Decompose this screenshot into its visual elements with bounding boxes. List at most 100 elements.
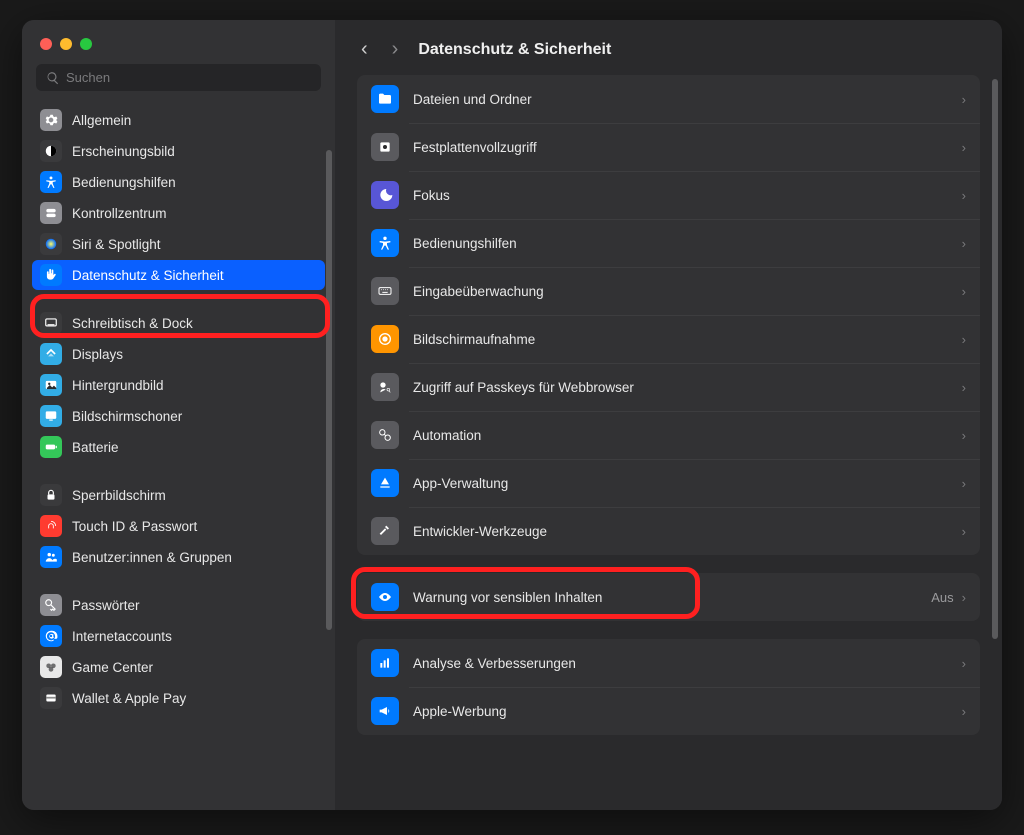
- settings-row-fokus[interactable]: Fokus›: [357, 171, 980, 219]
- sidebar-item-label: Batterie: [72, 440, 119, 455]
- sidebar-item-siri-spotlight[interactable]: Siri & Spotlight: [32, 229, 325, 259]
- minimize-window-button[interactable]: [60, 38, 72, 50]
- chart-icon: [371, 649, 399, 677]
- chevron-right-icon: ›: [962, 236, 966, 251]
- close-window-button[interactable]: [40, 38, 52, 50]
- sidebar-item-benutzer-innen-gruppen[interactable]: Benutzer:innen & Gruppen: [32, 542, 325, 572]
- main-scrollbar[interactable]: [992, 79, 998, 639]
- main-panel: ‹ › Datenschutz & Sicherheit Dateien und…: [335, 20, 1002, 810]
- settings-row-label: Zugriff auf Passkeys für Webbrowser: [413, 380, 962, 395]
- settings-row-label: Fokus: [413, 188, 962, 203]
- chevron-right-icon: ›: [962, 284, 966, 299]
- sidebar-item-game-center[interactable]: Game Center: [32, 652, 325, 682]
- sidebar-scrollbar[interactable]: [326, 150, 332, 630]
- sidebar-item-touch-id-passwort[interactable]: Touch ID & Passwort: [32, 511, 325, 541]
- search-box[interactable]: [36, 64, 321, 91]
- sidebar-item-passw-rter[interactable]: Passwörter: [32, 590, 325, 620]
- megaphone-icon: [371, 697, 399, 725]
- sidebar-item-erscheinungsbild[interactable]: Erscheinungsbild: [32, 136, 325, 166]
- settings-row-label: Automation: [413, 428, 962, 443]
- sidebar-item-label: Game Center: [72, 660, 153, 675]
- settings-row-value: Aus: [931, 590, 953, 605]
- settings-row-label: Dateien und Ordner: [413, 92, 962, 107]
- window-controls: [22, 34, 335, 64]
- sidebar-item-label: Kontrollzentrum: [72, 206, 167, 221]
- sidebar-item-label: Internetaccounts: [72, 629, 172, 644]
- settings-row-festplattenvollzugriff[interactable]: Festplattenvollzugriff›: [357, 123, 980, 171]
- hand-icon: [40, 264, 62, 286]
- sidebar-item-label: Sperrbildschirm: [72, 488, 166, 503]
- maximize-window-button[interactable]: [80, 38, 92, 50]
- settings-row-label: Bedienungshilfen: [413, 236, 962, 251]
- settings-row-label: Apple-Werbung: [413, 704, 962, 719]
- sidebar-item-label: Hintergrundbild: [72, 378, 164, 393]
- at-icon: [40, 625, 62, 647]
- accessibility-icon: [40, 171, 62, 193]
- gamecenter-icon: [40, 656, 62, 678]
- siri-icon: [40, 233, 62, 255]
- settings-row-zugriff-auf-passkeys-f-r-webbrowser[interactable]: Zugriff auf Passkeys für Webbrowser›: [357, 363, 980, 411]
- wallpaper-icon: [40, 374, 62, 396]
- search-icon: [46, 71, 60, 85]
- chevron-right-icon: ›: [962, 704, 966, 719]
- settings-row-automation[interactable]: Automation›: [357, 411, 980, 459]
- settings-group: Analyse & Verbesserungen›Apple-Werbung›: [357, 639, 980, 735]
- settings-row-analyse-verbesserungen[interactable]: Analyse & Verbesserungen›: [357, 639, 980, 687]
- sidebar-item-label: Datenschutz & Sicherheit: [72, 268, 224, 283]
- sidebar-item-sperrbildschirm[interactable]: Sperrbildschirm: [32, 480, 325, 510]
- sidebar-item-internetaccounts[interactable]: Internetaccounts: [32, 621, 325, 651]
- display-icon: [40, 343, 62, 365]
- sidebar-item-wallet-apple-pay[interactable]: Wallet & Apple Pay: [32, 683, 325, 713]
- settings-row-entwickler-werkzeuge[interactable]: Entwickler-Werkzeuge›: [357, 507, 980, 555]
- fingerprint-icon: [40, 515, 62, 537]
- sidebar-item-datenschutz-sicherheit[interactable]: Datenschutz & Sicherheit: [32, 260, 325, 290]
- hammer-icon: [371, 517, 399, 545]
- chevron-right-icon: ›: [962, 656, 966, 671]
- sidebar-item-label: Benutzer:innen & Gruppen: [72, 550, 232, 565]
- chevron-right-icon: ›: [962, 428, 966, 443]
- key-icon: [40, 594, 62, 616]
- settings-row-eingabe-berwachung[interactable]: Eingabeüberwachung›: [357, 267, 980, 315]
- sidebar-item-bildschirmschoner[interactable]: Bildschirmschoner: [32, 401, 325, 431]
- chevron-right-icon: ›: [962, 188, 966, 203]
- chevron-right-icon: ›: [962, 92, 966, 107]
- search-input[interactable]: [66, 70, 311, 85]
- moon-icon: [371, 181, 399, 209]
- chevron-right-icon: ›: [962, 524, 966, 539]
- chevron-right-icon: ›: [962, 476, 966, 491]
- sidebar-item-label: Touch ID & Passwort: [72, 519, 197, 534]
- forward-button[interactable]: ›: [388, 36, 403, 63]
- folder-icon: [371, 85, 399, 113]
- sidebar-item-hintergrundbild[interactable]: Hintergrundbild: [32, 370, 325, 400]
- battery-icon: [40, 436, 62, 458]
- sidebar: Allgemein Erscheinungsbild Bedienungshilfe…: [22, 20, 335, 810]
- sidebar-item-label: Erscheinungsbild: [72, 144, 175, 159]
- settings-row-label: Bildschirmaufnahme: [413, 332, 962, 347]
- page-title: Datenschutz & Sicherheit: [418, 41, 611, 59]
- sidebar-item-schreibtisch-dock[interactable]: Schreibtisch & Dock: [32, 308, 325, 338]
- settings-window: Allgemein Erscheinungsbild Bedienungshilfe…: [22, 20, 1002, 810]
- sidebar-item-displays[interactable]: Displays: [32, 339, 325, 369]
- back-button[interactable]: ‹: [357, 36, 372, 63]
- settings-row-label: Entwickler-Werkzeuge: [413, 524, 962, 539]
- sidebar-item-batterie[interactable]: Batterie: [32, 432, 325, 462]
- automation-icon: [371, 421, 399, 449]
- settings-row-bildschirmaufnahme[interactable]: Bildschirmaufnahme›: [357, 315, 980, 363]
- sidebar-item-allgemein[interactable]: Allgemein: [32, 105, 325, 135]
- passkey-icon: [371, 373, 399, 401]
- sidebar-item-label: Allgemein: [72, 113, 131, 128]
- sidebar-item-label: Schreibtisch & Dock: [72, 316, 193, 331]
- keyboard-icon: [371, 277, 399, 305]
- settings-row-dateien-und-ordner[interactable]: Dateien und Ordner›: [357, 75, 980, 123]
- sidebar-item-bedienungshilfen[interactable]: Bedienungshilfen: [32, 167, 325, 197]
- eye-icon: [371, 583, 399, 611]
- content: Dateien und Ordner›Festplattenvollzugrif…: [335, 75, 1002, 810]
- settings-row-label: Eingabeüberwachung: [413, 284, 962, 299]
- settings-row-warnung-vor-sensiblen-inhalten[interactable]: Warnung vor sensiblen InhaltenAus›: [357, 573, 980, 621]
- sidebar-item-label: Bedienungshilfen: [72, 175, 176, 190]
- settings-row-app-verwaltung[interactable]: App-Verwaltung›: [357, 459, 980, 507]
- settings-row-apple-werbung[interactable]: Apple-Werbung›: [357, 687, 980, 735]
- settings-row-bedienungshilfen[interactable]: Bedienungshilfen›: [357, 219, 980, 267]
- control-center-icon: [40, 202, 62, 224]
- sidebar-item-kontrollzentrum[interactable]: Kontrollzentrum: [32, 198, 325, 228]
